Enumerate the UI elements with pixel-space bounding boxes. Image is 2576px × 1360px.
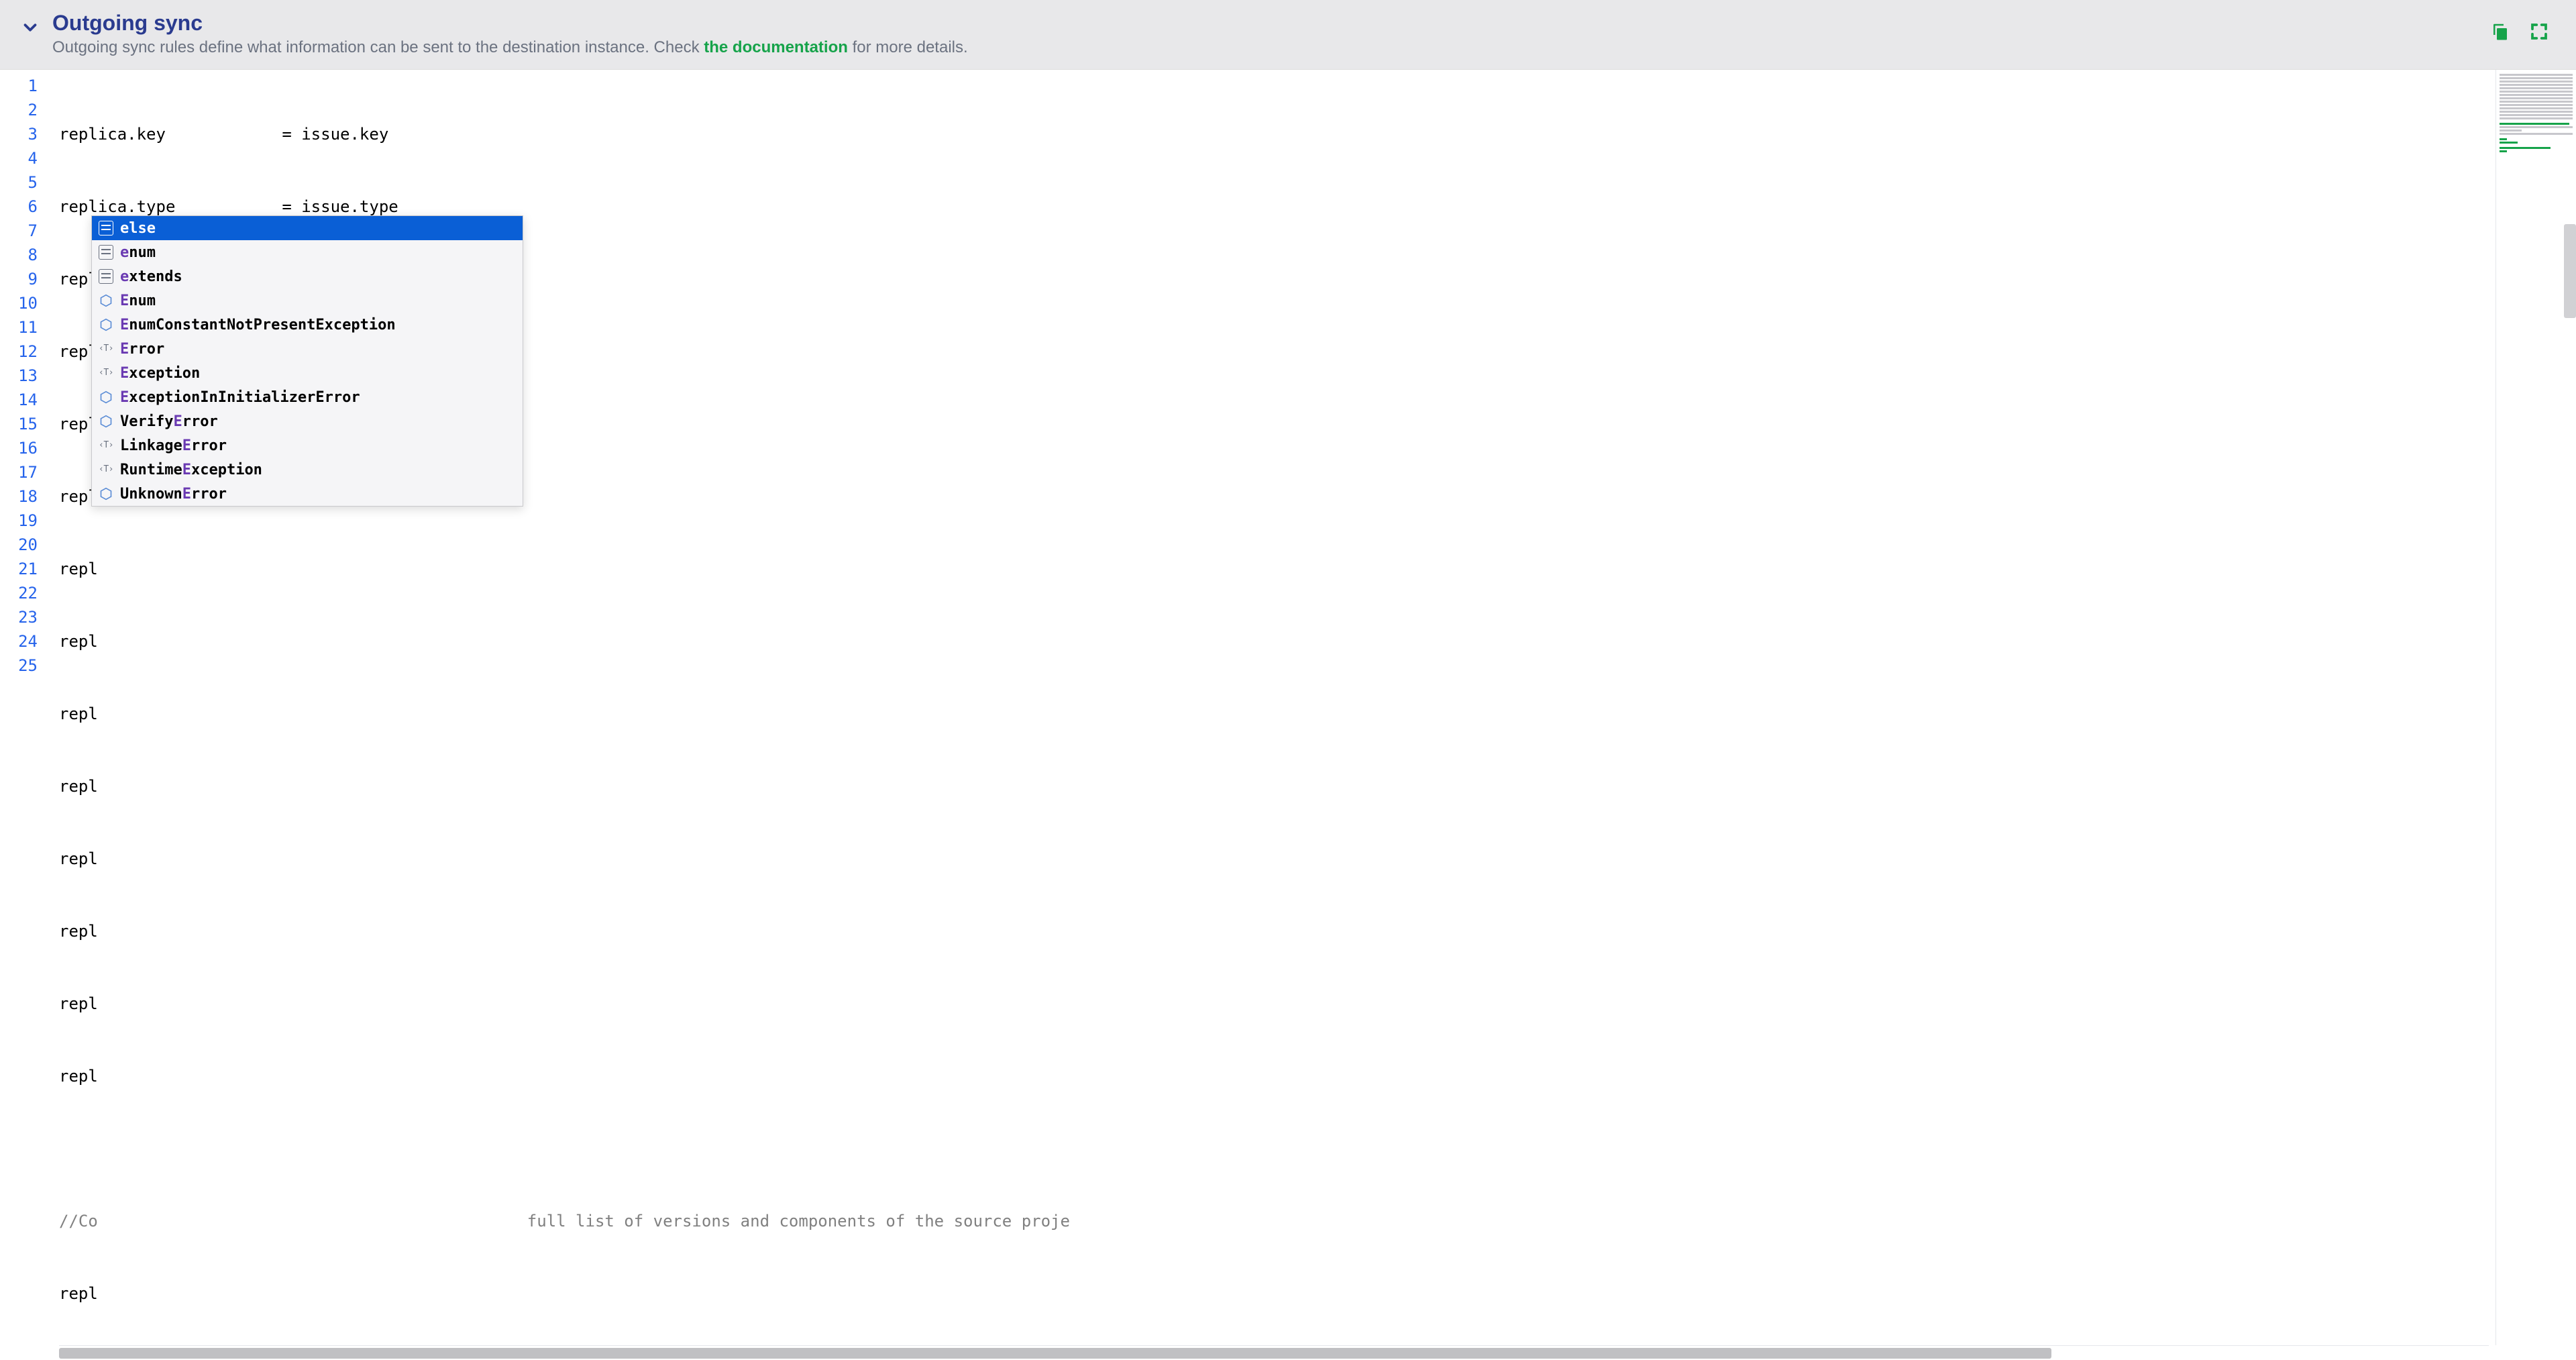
snippet-icon (99, 245, 113, 260)
class-icon (99, 317, 113, 332)
subtitle-pre: Outgoing sync rules define what informat… (52, 38, 704, 56)
line-number: 24 (0, 629, 38, 653)
line-number: 7 (0, 219, 38, 243)
line-number: 25 (0, 653, 38, 678)
autocomplete-label: Enum (120, 290, 156, 312)
code-line-11[interactable]: repl (59, 847, 2496, 871)
code-line-14[interactable]: repl (59, 1064, 2496, 1088)
autocomplete-label: VerifyError (120, 411, 218, 433)
autocomplete-item[interactable]: Enum (92, 289, 523, 313)
code-line-15[interactable] (59, 1137, 2496, 1161)
line-number: 23 (0, 605, 38, 629)
line-number: 16 (0, 436, 38, 460)
line-number: 6 (0, 195, 38, 219)
type-icon: ‹T› (99, 342, 113, 356)
autocomplete-item[interactable]: enum (92, 240, 523, 264)
class-icon (99, 414, 113, 429)
horizontal-scrollbar[interactable] (59, 1345, 2489, 1360)
documentation-link[interactable]: the documentation (704, 38, 848, 56)
code-line-7[interactable]: repl (59, 557, 2496, 581)
vertical-scrollbar-thumb[interactable] (2564, 224, 2576, 318)
type-icon: ‹T› (99, 462, 113, 477)
autocomplete-item[interactable]: else (92, 216, 523, 240)
subtitle-post: for more details. (848, 38, 968, 56)
line-number: 13 (0, 364, 38, 388)
autocomplete-item[interactable]: EnumConstantNotPresentException (92, 313, 523, 337)
type-icon: ‹T› (99, 366, 113, 380)
class-icon (99, 293, 113, 308)
class-icon (99, 390, 113, 405)
minimap[interactable] (2496, 70, 2576, 1345)
autocomplete-item[interactable]: VerifyError (92, 409, 523, 433)
editor: 1234567891011121314151617181920212223242… (0, 70, 2576, 1345)
autocomplete-label: RuntimeException (120, 459, 262, 481)
comment-tail: full list of versions and components of … (527, 1212, 1070, 1231)
line-number: 2 (0, 98, 38, 122)
autocomplete-label: Exception (120, 362, 200, 384)
horizontal-scrollbar-thumb[interactable] (59, 1348, 2051, 1359)
autocomplete-label: Error (120, 338, 164, 360)
line-number: 20 (0, 533, 38, 557)
fullscreen-icon[interactable] (2529, 21, 2549, 45)
line-number: 3 (0, 122, 38, 146)
autocomplete-item[interactable]: ‹T› Error (92, 337, 523, 361)
autocomplete-label: else (120, 217, 156, 240)
line-number: 15 (0, 412, 38, 436)
line-number: 5 (0, 170, 38, 195)
autocomplete-item[interactable]: ‹T› RuntimeException (92, 458, 523, 482)
code-line-1[interactable]: replica.key = issue.key (59, 122, 2496, 146)
autocomplete-item[interactable]: ‹T› Exception (92, 361, 523, 385)
header-text: Outgoing sync Outgoing sync rules define… (52, 11, 2478, 57)
autocomplete-popup[interactable]: elseenumextendsEnumEnumConstantNotPresen… (91, 215, 523, 507)
code-line-10[interactable]: repl (59, 774, 2496, 798)
autocomplete-label: EnumConstantNotPresentException (120, 314, 396, 336)
comment-start: //Co (59, 1212, 98, 1231)
line-number: 14 (0, 388, 38, 412)
line-gutter: 1234567891011121314151617181920212223242… (0, 70, 47, 1345)
autocomplete-label: UnknownError (120, 483, 227, 505)
line-number: 19 (0, 509, 38, 533)
header-actions (2490, 21, 2549, 45)
autocomplete-item[interactable]: ExceptionInInitializerError (92, 385, 523, 409)
code-line-9[interactable]: repl (59, 702, 2496, 726)
code-line-13[interactable]: repl (59, 992, 2496, 1016)
line-number: 1 (0, 74, 38, 98)
autocomplete-item[interactable]: extends (92, 264, 523, 289)
line-number: 11 (0, 315, 38, 339)
line-number: 12 (0, 339, 38, 364)
autocomplete-item[interactable]: ‹T› LinkageError (92, 433, 523, 458)
line-number: 21 (0, 557, 38, 581)
editor-main[interactable]: 1234567891011121314151617181920212223242… (0, 70, 2496, 1345)
code-line-17[interactable]: repl (59, 1281, 2496, 1306)
type-icon: ‹T› (99, 438, 113, 453)
line-number: 17 (0, 460, 38, 484)
code-line-8[interactable]: repl (59, 629, 2496, 653)
line-number: 10 (0, 291, 38, 315)
copy-icon[interactable] (2490, 21, 2510, 45)
header: Outgoing sync Outgoing sync rules define… (0, 0, 2576, 70)
line-number: 18 (0, 484, 38, 509)
code-line-12[interactable]: repl (59, 919, 2496, 943)
snippet-icon (99, 221, 113, 236)
page-subtitle: Outgoing sync rules define what informat… (52, 38, 2478, 57)
code-line-16[interactable]: //Co full list of versions and components… (59, 1209, 2496, 1233)
class-icon (99, 486, 113, 501)
autocomplete-item[interactable]: UnknownError (92, 482, 523, 506)
line-number: 8 (0, 243, 38, 267)
autocomplete-label: LinkageError (120, 435, 227, 457)
autocomplete-label: ExceptionInInitializerError (120, 386, 360, 409)
line-number: 9 (0, 267, 38, 291)
autocomplete-label: extends (120, 266, 182, 288)
autocomplete-label: enum (120, 242, 156, 264)
page-title: Outgoing sync (52, 11, 2478, 36)
snippet-icon (99, 269, 113, 284)
collapse-chevron-icon[interactable] (20, 17, 40, 41)
line-number: 4 (0, 146, 38, 170)
line-number: 22 (0, 581, 38, 605)
